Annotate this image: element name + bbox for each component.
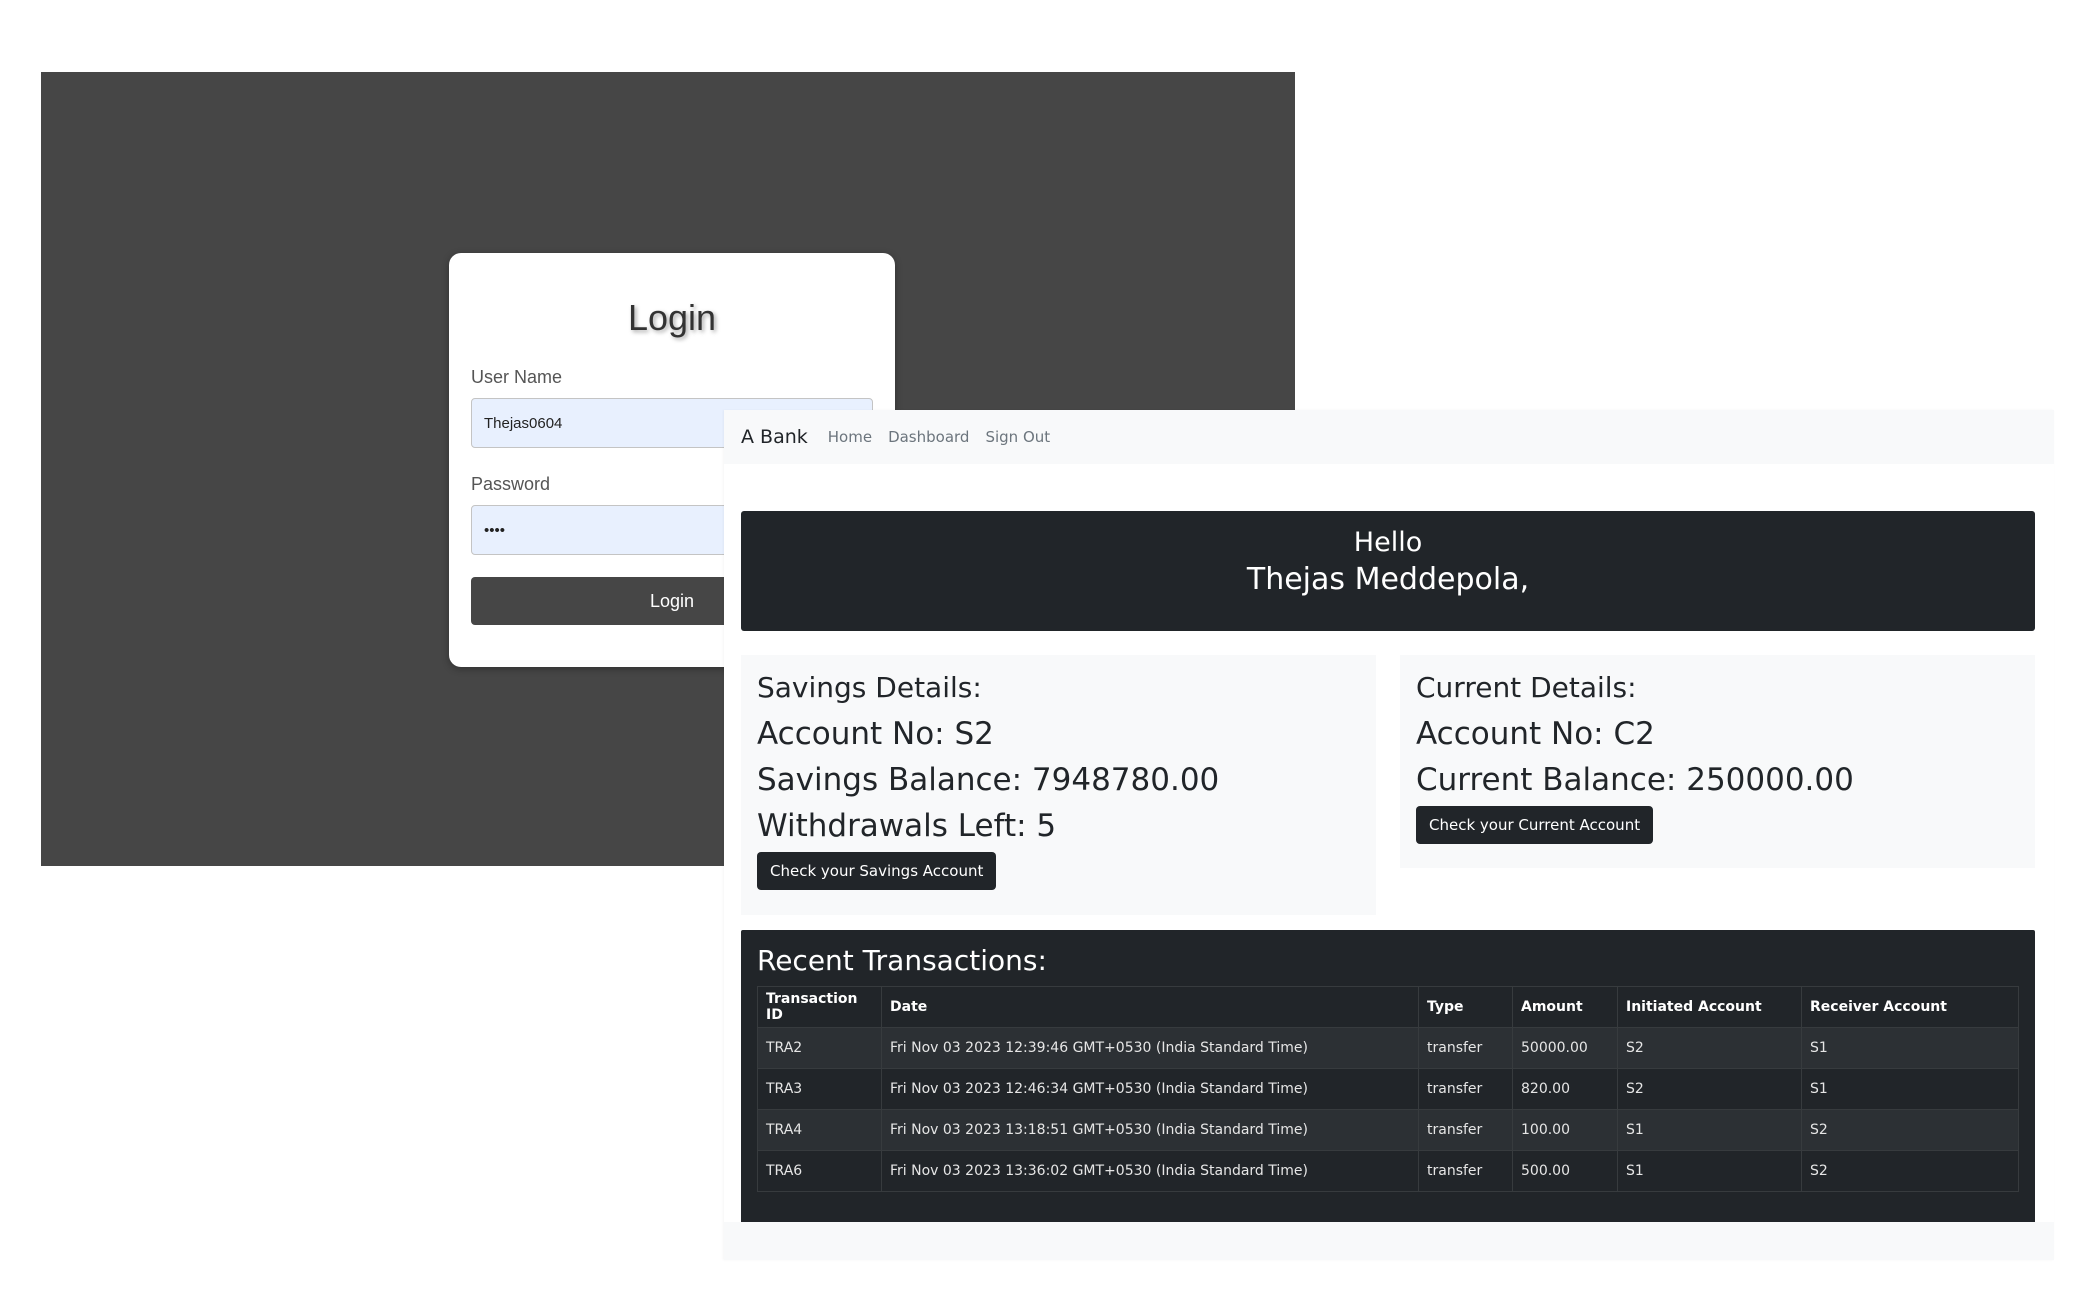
- current-card: Current Details: Account No: C2 Current …: [1400, 655, 2035, 868]
- nav-link-dashboard[interactable]: Dashboard: [888, 428, 969, 446]
- transactions-table: Transaction ID Date Type Amount Initiate…: [757, 986, 2019, 1192]
- cell-initiated-account: S2: [1617, 1027, 1802, 1069]
- cell-type: transfer: [1418, 1109, 1513, 1151]
- current-heading: Current Details:: [1416, 671, 1637, 704]
- cell-transaction-id: TRA3: [757, 1068, 882, 1110]
- cell-receiver-account: S1: [1801, 1027, 2019, 1069]
- savings-heading: Savings Details:: [757, 671, 982, 704]
- cell-receiver-account: S2: [1801, 1150, 2019, 1192]
- cell-date: Fri Nov 03 2023 13:36:02 GMT+0530 (India…: [881, 1150, 1419, 1192]
- col-initiated-account: Initiated Account: [1617, 986, 1802, 1028]
- cell-transaction-id: TRA2: [757, 1027, 882, 1069]
- brand-link[interactable]: A Bank: [741, 426, 808, 448]
- cell-transaction-id: TRA6: [757, 1150, 882, 1192]
- check-current-button[interactable]: Check your Current Account: [1416, 806, 1654, 844]
- nav-link-sign-out[interactable]: Sign Out: [985, 428, 1050, 446]
- nav-link-home[interactable]: Home: [828, 428, 872, 446]
- cell-amount: 50000.00: [1512, 1027, 1618, 1069]
- table-row: TRA6 Fri Nov 03 2023 13:36:02 GMT+0530 (…: [757, 1150, 2019, 1192]
- savings-balance: Savings Balance: 7948780.00: [757, 762, 1220, 798]
- cell-type: transfer: [1418, 1068, 1513, 1110]
- col-type: Type: [1418, 986, 1513, 1028]
- cell-type: transfer: [1418, 1150, 1513, 1192]
- navbar: A Bank Home Dashboard Sign Out: [724, 410, 2054, 464]
- footer-strip: [724, 1222, 2054, 1260]
- greeting-hello: Hello: [1353, 527, 1423, 558]
- cell-amount: 100.00: [1512, 1109, 1618, 1151]
- username-label: User Name: [471, 367, 563, 387]
- cell-receiver-account: S2: [1801, 1109, 2019, 1151]
- cell-initiated-account: S1: [1617, 1109, 1802, 1151]
- transactions-panel: Recent Transactions: Transaction ID Date…: [741, 930, 2035, 1224]
- current-balance: Current Balance: 250000.00: [1416, 762, 1854, 798]
- cell-amount: 820.00: [1512, 1068, 1618, 1110]
- col-amount: Amount: [1512, 986, 1618, 1028]
- col-transaction-id: Transaction ID: [757, 986, 882, 1028]
- current-account-no: Account No: C2: [1416, 716, 1655, 752]
- greeting-banner: Hello Thejas Meddepola,: [741, 511, 2035, 631]
- cell-initiated-account: S2: [1617, 1068, 1802, 1110]
- table-row: TRA3 Fri Nov 03 2023 12:46:34 GMT+0530 (…: [757, 1068, 2019, 1110]
- transactions-heading: Recent Transactions:: [757, 944, 1047, 977]
- cell-initiated-account: S1: [1617, 1150, 1802, 1192]
- table-header-row: Transaction ID Date Type Amount Initiate…: [757, 986, 2019, 1028]
- table-row: TRA4 Fri Nov 03 2023 13:18:51 GMT+0530 (…: [757, 1109, 2019, 1151]
- cell-date: Fri Nov 03 2023 12:39:46 GMT+0530 (India…: [881, 1027, 1419, 1069]
- savings-card: Savings Details: Account No: S2 Savings …: [741, 655, 1376, 915]
- login-title: Login: [627, 297, 717, 338]
- col-date: Date: [881, 986, 1419, 1028]
- cell-date: Fri Nov 03 2023 13:18:51 GMT+0530 (India…: [881, 1109, 1419, 1151]
- savings-withdrawals-left: Withdrawals Left: 5: [757, 808, 1057, 844]
- check-savings-button[interactable]: Check your Savings Account: [757, 852, 997, 890]
- greeting-name: Thejas Meddepola,: [1246, 562, 1530, 597]
- cell-date: Fri Nov 03 2023 12:46:34 GMT+0530 (India…: [881, 1068, 1419, 1110]
- cell-receiver-account: S1: [1801, 1068, 2019, 1110]
- table-row: TRA2 Fri Nov 03 2023 12:39:46 GMT+0530 (…: [757, 1027, 2019, 1069]
- cell-type: transfer: [1418, 1027, 1513, 1069]
- bank-dashboard: A Bank Home Dashboard Sign Out Hello The…: [724, 410, 2054, 1260]
- savings-account-no: Account No: S2: [757, 716, 994, 752]
- col-receiver-account: Receiver Account: [1801, 986, 2019, 1028]
- cell-transaction-id: TRA4: [757, 1109, 882, 1151]
- cell-amount: 500.00: [1512, 1150, 1618, 1192]
